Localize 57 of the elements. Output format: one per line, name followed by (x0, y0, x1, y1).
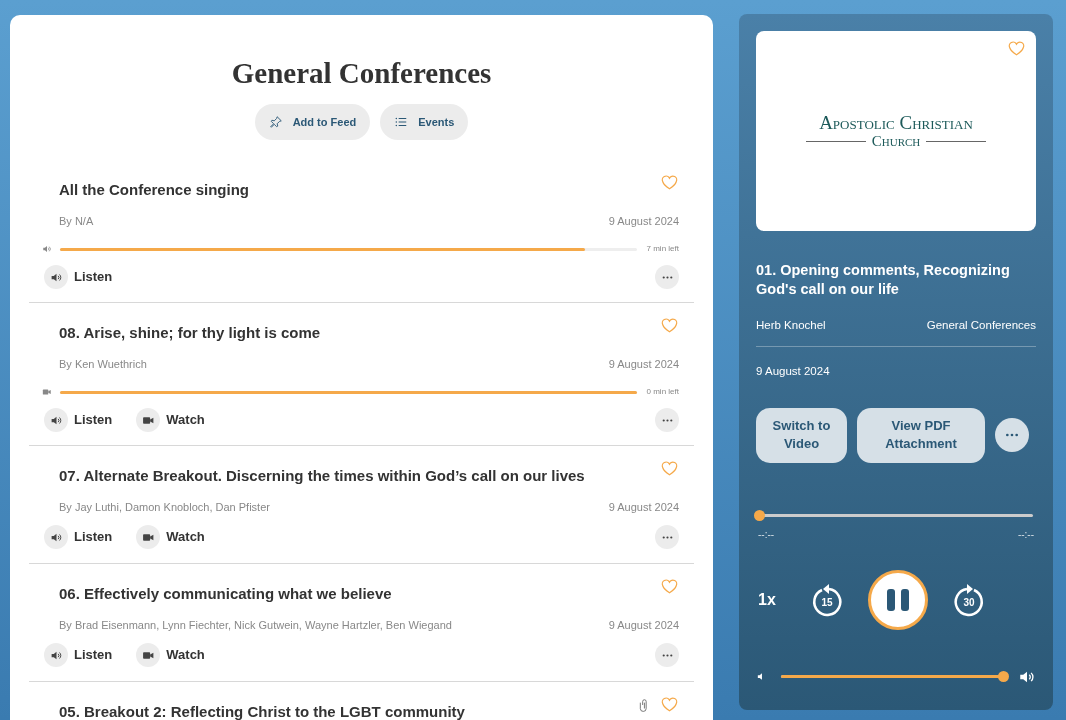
date: 9 August 2024 (608, 356, 679, 372)
listen-button[interactable]: Listen (44, 525, 113, 549)
list-icon (394, 115, 409, 129)
watch-button[interactable]: Watch (136, 408, 205, 432)
video-camera-icon (42, 387, 52, 397)
rewind-button[interactable]: 15 (810, 581, 844, 618)
more-button[interactable] (655, 643, 679, 667)
more-button[interactable] (655, 265, 679, 289)
seek-thumb[interactable] (754, 509, 765, 521)
listen-button[interactable]: Listen (44, 643, 113, 667)
more-button[interactable] (995, 418, 1029, 452)
listen-button[interactable]: Listen (44, 408, 113, 432)
heart-icon[interactable] (660, 577, 679, 596)
byline: By Jay Luthi, Damon Knobloch, Dan Pfister (59, 499, 270, 515)
logo-text: Apostolic Christian (819, 113, 973, 133)
switch-to-video-button[interactable]: Switch to Video (756, 407, 847, 463)
date: 9 August 2024 (608, 213, 679, 229)
speed-button[interactable]: 1x (758, 587, 794, 612)
date: 9 August 2024 (608, 499, 679, 515)
series-name: General Conferences (926, 318, 1036, 333)
add-to-feed-button[interactable]: Add to Feed (254, 104, 371, 140)
date: 9 August 2024 (756, 364, 831, 380)
episode-title: 01. Opening comments, Recognizing God's call on our life (756, 261, 1011, 299)
logo-text: Church (871, 133, 921, 149)
time-remaining: 0 min left (646, 386, 679, 398)
heart-icon[interactable] (660, 459, 679, 478)
view-pdf-button[interactable]: View PDF Attachment (857, 407, 985, 463)
pin-icon (268, 115, 283, 129)
heart-icon[interactable] (660, 316, 679, 335)
forward-button[interactable]: 30 (952, 581, 986, 618)
speaker-name: Herb Knochel (756, 318, 826, 333)
byline: By N/A (59, 213, 94, 229)
heart-icon[interactable] (660, 173, 679, 192)
episode-title[interactable]: 07. Alternate Breakout. Discerning the times within God’s call on our lives (59, 459, 660, 488)
watch-button[interactable]: Watch (136, 643, 205, 667)
logo-rule (926, 140, 987, 142)
date: 9 August 2024 (608, 617, 679, 633)
byline: By Ken Wuethrich (59, 356, 147, 372)
byline: By Brad Eisenmann, Lynn Fiechter, Nick Gutwein, Wayne Hartzler, Ben Wiegand (59, 617, 452, 633)
heart-icon[interactable] (1007, 39, 1026, 58)
time-remaining: 7 min left (646, 243, 679, 255)
episode-title[interactable]: 06. Effectively communicating what we believe (59, 577, 660, 606)
more-button[interactable] (655, 525, 679, 549)
events-button[interactable]: Events (380, 104, 469, 140)
episode-title[interactable]: All the Conference singing (59, 173, 660, 202)
watch-button[interactable]: Watch (136, 525, 205, 549)
logo-rule (805, 140, 866, 142)
elapsed-time: --:-- (758, 527, 775, 542)
page-title: General Conferences (230, 56, 493, 91)
heart-icon[interactable] (660, 695, 679, 714)
remaining-time: --:-- (1017, 527, 1034, 542)
volume-thumb[interactable] (998, 671, 1009, 682)
speaker-icon (42, 244, 52, 254)
listen-button[interactable]: Listen (44, 265, 113, 289)
episode-title[interactable]: 05. Breakout 2: Reflecting Christ to the LGBT community (59, 695, 638, 720)
more-button[interactable] (655, 408, 679, 432)
episode-title[interactable]: 08. Arise, shine; for thy light is come (59, 316, 660, 345)
